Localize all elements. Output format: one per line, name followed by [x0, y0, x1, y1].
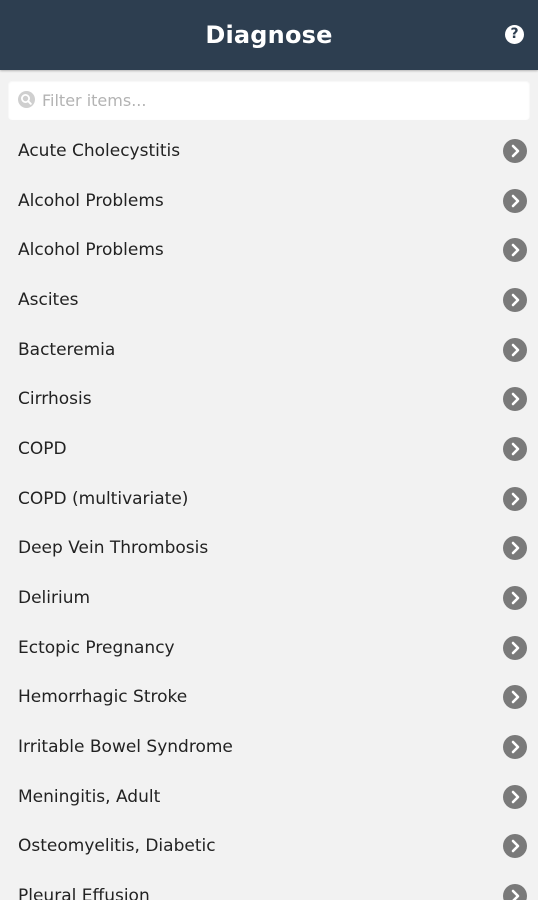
question-icon: ?: [510, 26, 519, 42]
list-item[interactable]: Alcohol Problems: [0, 176, 538, 226]
list-item-label: Bacteremia: [18, 339, 116, 360]
chevron-right-icon[interactable]: [503, 536, 527, 561]
list-item-label: COPD: [18, 438, 67, 459]
list-item[interactable]: COPD: [0, 424, 538, 474]
list-item[interactable]: Deep Vein Thrombosis: [0, 524, 538, 574]
list-item-label: Hemorrhagic Stroke: [18, 687, 188, 708]
diagnosis-list: Acute Cholecystitis Alcohol Problems Alcoh…: [0, 126, 538, 900]
chevron-right-icon[interactable]: [503, 188, 527, 213]
list-item-label: Acute Cholecystitis: [18, 140, 181, 161]
list-item[interactable]: Meningitis, Adult: [0, 772, 538, 822]
list-item[interactable]: Hemorrhagic Stroke: [0, 673, 538, 723]
chevron-right-icon[interactable]: [503, 635, 527, 660]
list-item[interactable]: Bacteremia: [0, 325, 538, 375]
chevron-right-icon[interactable]: [503, 784, 527, 809]
list-item-label: Delirium: [18, 588, 91, 609]
search-input[interactable]: [42, 80, 522, 120]
list-item-label: Osteomyelitis, Diabetic: [18, 836, 216, 857]
list-item[interactable]: Ectopic Pregnancy: [0, 623, 538, 673]
chevron-right-icon[interactable]: [503, 735, 527, 760]
chevron-right-icon[interactable]: [503, 586, 527, 611]
chevron-right-icon[interactable]: [503, 436, 527, 461]
chevron-right-icon[interactable]: [503, 337, 527, 362]
chevron-right-icon[interactable]: [503, 387, 527, 412]
list-item-label: Ectopic Pregnancy: [18, 637, 175, 658]
chevron-right-icon[interactable]: [503, 238, 527, 263]
list-item[interactable]: Pleural Effusion: [0, 871, 538, 900]
list-item[interactable]: Acute Cholecystitis: [0, 126, 538, 176]
chevron-right-icon[interactable]: [503, 287, 527, 312]
list-item-label: Irritable Bowel Syndrome: [18, 737, 233, 758]
list-item[interactable]: Ascites: [0, 275, 538, 325]
chevron-right-icon[interactable]: [503, 834, 527, 859]
list-item-label: Ascites: [18, 289, 79, 310]
list-item-label: Meningitis, Adult: [18, 786, 161, 807]
app-header: Diagnose ?: [0, 0, 538, 70]
chevron-right-icon[interactable]: [503, 138, 527, 163]
search-box[interactable]: [8, 80, 530, 120]
page-title: Diagnose: [205, 21, 333, 49]
list-item[interactable]: Delirium: [0, 573, 538, 623]
list-item[interactable]: Alcohol Problems: [0, 225, 538, 275]
help-button[interactable]: ?: [505, 25, 524, 44]
list-item-label: Pleural Effusion: [18, 886, 150, 900]
list-item-label: Deep Vein Thrombosis: [18, 538, 209, 559]
search-icon: [18, 91, 35, 108]
list-item-label: COPD (multivariate): [18, 488, 189, 509]
search-bar: [0, 70, 538, 126]
list-item-label: Alcohol Problems: [18, 190, 164, 211]
list-item-label: Alcohol Problems: [18, 240, 164, 261]
list-item[interactable]: Osteomyelitis, Diabetic: [0, 822, 538, 872]
chevron-right-icon[interactable]: [503, 486, 527, 511]
chevron-right-icon[interactable]: [503, 884, 527, 900]
list-item[interactable]: COPD (multivariate): [0, 474, 538, 524]
list-item-label: Cirrhosis: [18, 389, 92, 410]
list-item[interactable]: Cirrhosis: [0, 374, 538, 424]
chevron-right-icon[interactable]: [503, 685, 527, 710]
list-item[interactable]: Irritable Bowel Syndrome: [0, 722, 538, 772]
